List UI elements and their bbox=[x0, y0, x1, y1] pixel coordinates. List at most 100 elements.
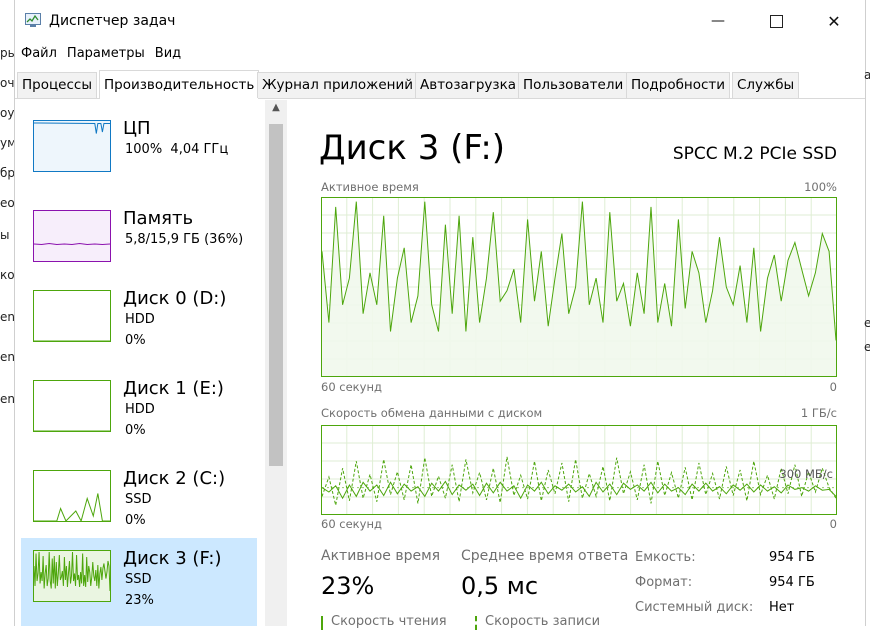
sidebar-thumbnail-graph bbox=[33, 550, 111, 602]
performance-sidebar: ▲ ЦП 100% 4,04 ГГц Память 5,8/15,9 ГБ (36%)… bbox=[15, 100, 287, 626]
read-speed-legend-icon bbox=[321, 616, 323, 630]
task-manager-icon bbox=[25, 13, 41, 27]
close-icon: ✕ bbox=[827, 11, 841, 31]
background-window-fragment: а bbox=[864, 68, 870, 82]
tab-services[interactable]: Службы bbox=[732, 72, 800, 98]
sidebar-thumbnail-graph bbox=[33, 470, 111, 522]
sidebar-item-usage: 0% bbox=[125, 423, 146, 438]
minimize-icon: — bbox=[711, 13, 725, 29]
sidebar-thumbnail-graph bbox=[33, 380, 111, 432]
format-value: 954 ГБ bbox=[769, 575, 815, 590]
disk-title: Диск 3 (F:) bbox=[319, 128, 506, 168]
sidebar-item-cpu[interactable]: ЦП 100% 4,04 ГГц bbox=[21, 108, 257, 196]
sidebar-item-detail: 5,8/15,9 ГБ (36%) bbox=[125, 232, 244, 247]
menu-view[interactable]: Вид bbox=[149, 42, 185, 61]
background-window-fragment: ры bbox=[0, 46, 14, 60]
sidebar-thumbnail-graph bbox=[33, 290, 111, 342]
background-window-fragment: ent bbox=[0, 310, 14, 324]
window-title: Диспетчер задач bbox=[49, 13, 176, 29]
sidebar-item-disk-0[interactable]: Диск 0 (D:) HDD 0% bbox=[21, 278, 257, 366]
sidebar-item-title: Диск 0 (D:) bbox=[123, 288, 227, 309]
write-speed-label: Скорость записи bbox=[485, 614, 601, 629]
sidebar-item-title: ЦП bbox=[123, 118, 151, 139]
background-window-right-edge: а ее bbox=[864, 0, 870, 626]
thumbnail-line bbox=[34, 242, 110, 246]
background-window-fragment: ео bbox=[0, 196, 14, 210]
maximize-button[interactable] bbox=[753, 0, 799, 42]
sidebar-item-disk-3[interactable]: Диск 3 (F:) SSD 23% bbox=[21, 538, 257, 626]
thumbnail-line bbox=[34, 493, 110, 521]
title-bar[interactable]: Диспетчер задач — ✕ bbox=[15, 0, 865, 42]
scroll-thumb[interactable] bbox=[269, 124, 283, 466]
transfer-rate-chart-timespan: 60 секунд bbox=[321, 517, 382, 531]
background-window-fragment: ко bbox=[0, 268, 14, 282]
transfer-rate-chart bbox=[321, 425, 837, 515]
sidebar-scrollbar[interactable]: ▲ bbox=[265, 100, 287, 626]
format-key: Формат: bbox=[635, 575, 693, 590]
thumbnail-line bbox=[34, 122, 110, 134]
sidebar-item-disk-1[interactable]: Диск 1 (E:) HDD 0% bbox=[21, 368, 257, 456]
close-button[interactable]: ✕ bbox=[811, 0, 857, 42]
tab-performance[interactable]: Производительность bbox=[99, 70, 260, 99]
sidebar-thumbnail-graph bbox=[33, 210, 111, 262]
sidebar-thumbnail-graph bbox=[33, 120, 111, 172]
sidebar-item-detail: HDD bbox=[125, 402, 155, 417]
background-window-fragment: ум bbox=[0, 136, 14, 150]
menu-bar: Файл Параметры Вид bbox=[15, 42, 185, 66]
disk-model: SPCC M.2 PCIe SSD bbox=[672, 144, 837, 164]
active-time-chart-max: 100% bbox=[804, 180, 837, 194]
sidebar-item-detail: SSD bbox=[125, 492, 152, 507]
background-window-fragment: оч bbox=[0, 76, 14, 90]
disk-details-panel: Диск 3 (F:) SPCC M.2 PCIe SSD Активное в… bbox=[287, 100, 865, 630]
response-time-value: 0,5 мс bbox=[461, 572, 539, 600]
sidebar-item-title: Диск 1 (E:) bbox=[123, 378, 224, 399]
task-manager-window: Диспетчер задач — ✕ Файл Параметры Вид Про… bbox=[14, 0, 866, 630]
minimize-button[interactable]: — bbox=[695, 0, 741, 42]
maximize-icon bbox=[769, 14, 783, 28]
sidebar-item-detail: HDD bbox=[125, 312, 155, 327]
transfer-rate-mid-label: 300 МБ/с bbox=[779, 467, 833, 481]
background-window-fragment: оу bbox=[0, 106, 14, 120]
transfer-rate-chart-max: 1 ГБ/с bbox=[800, 406, 837, 420]
thumbnail-line bbox=[34, 551, 110, 592]
menu-file[interactable]: Файл bbox=[15, 42, 61, 61]
sidebar-item-usage: 0% bbox=[125, 333, 146, 348]
active-time-label: Активное время bbox=[321, 548, 441, 564]
sidebar-item-title: Память bbox=[123, 208, 194, 229]
menu-options[interactable]: Параметры bbox=[61, 42, 149, 61]
sidebar-item-title: Диск 2 (C:) bbox=[123, 468, 226, 489]
sidebar-item-disk-2[interactable]: Диск 2 (C:) SSD 0% bbox=[21, 458, 257, 546]
scroll-up-icon[interactable]: ▲ bbox=[265, 102, 287, 120]
tab-strip: Процессы Производительность Журнал прило… bbox=[15, 70, 865, 99]
sidebar-item-usage: 0% bbox=[125, 513, 146, 528]
background-window-fragment: бр bbox=[0, 166, 14, 180]
active-time-chart-timespan: 60 секунд bbox=[321, 380, 382, 394]
background-window-fragment: е bbox=[864, 340, 870, 354]
active-time-chart bbox=[321, 197, 837, 377]
sidebar-item-memory[interactable]: Память 5,8/15,9 ГБ (36%) bbox=[21, 198, 257, 286]
active-time-value: 23% bbox=[321, 572, 375, 600]
background-window-edge: ры оч оу ум бр ео ы ко ent ent ent bbox=[0, 0, 14, 626]
tab-details[interactable]: Подробности bbox=[626, 72, 731, 98]
sidebar-item-detail: 100% 4,04 ГГц bbox=[125, 142, 229, 157]
sidebar-item-title: Диск 3 (F:) bbox=[123, 548, 222, 569]
capacity-key: Емкость: bbox=[635, 550, 696, 565]
read-speed-label: Скорость чтения bbox=[331, 614, 447, 629]
write-speed-legend-icon bbox=[475, 616, 477, 630]
transfer-rate-chart-label: Скорость обмена данными с диском bbox=[321, 406, 543, 420]
capacity-value: 954 ГБ bbox=[769, 550, 815, 565]
background-window-fragment: ent bbox=[0, 392, 14, 406]
tab-processes[interactable]: Процессы bbox=[17, 72, 97, 98]
tab-startup[interactable]: Автозагрузка bbox=[415, 72, 522, 98]
response-time-label: Среднее время ответа bbox=[461, 548, 629, 564]
system-disk-value: Нет bbox=[769, 600, 795, 615]
background-window-fragment: е bbox=[864, 316, 870, 330]
tab-users[interactable]: Пользователи bbox=[518, 72, 629, 98]
active-time-chart-zero: 0 bbox=[829, 380, 837, 394]
tab-app-history[interactable]: Журнал приложений bbox=[257, 72, 419, 98]
system-disk-key: Системный диск: bbox=[635, 600, 754, 615]
background-window-fragment: ы bbox=[0, 228, 10, 242]
sidebar-item-detail: SSD bbox=[125, 572, 152, 587]
active-time-chart-label: Активное время bbox=[321, 180, 419, 194]
background-window-fragment: ent bbox=[0, 350, 14, 364]
